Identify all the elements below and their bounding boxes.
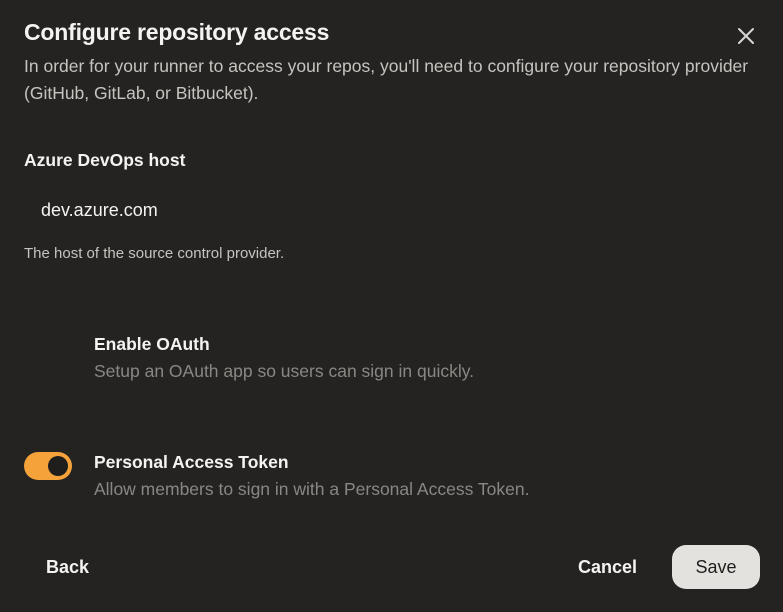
close-icon (738, 28, 754, 44)
dialog-title: Configure repository access (24, 19, 330, 45)
oauth-option-title: Enable OAuth (94, 334, 210, 354)
pat-option-description: Allow members to sign in with a Personal… (94, 479, 530, 499)
personal-access-token-toggle[interactable] (24, 452, 72, 480)
oauth-option-description: Setup an OAuth app so users can sign in … (94, 361, 475, 381)
cancel-button[interactable]: Cancel (556, 545, 659, 589)
configure-repository-dialog: Configure repository access In order for… (0, 0, 783, 612)
host-input[interactable] (24, 190, 759, 230)
host-field-label: Azure DevOps host (24, 150, 186, 170)
personal-access-token-option: Personal Access Token Allow members to s… (24, 452, 759, 512)
toggle-knob (28, 338, 48, 358)
toggle-knob (48, 456, 68, 476)
dialog-subtitle: In order for your runner to access your … (24, 56, 749, 103)
save-button[interactable]: Save (672, 545, 760, 589)
oauth-option: Enable OAuth Setup an OAuth app so users… (24, 334, 759, 394)
close-button[interactable] (734, 24, 758, 48)
back-button[interactable]: Back (24, 545, 111, 589)
host-help-text: The host of the source control provider. (24, 245, 285, 262)
oauth-toggle[interactable] (24, 334, 72, 362)
pat-option-title: Personal Access Token (94, 452, 289, 472)
